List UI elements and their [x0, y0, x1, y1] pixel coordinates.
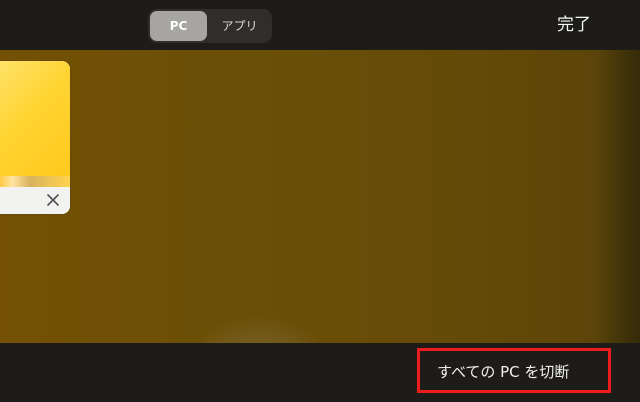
session-card[interactable] [0, 61, 70, 214]
close-icon-glyph [47, 194, 59, 206]
tab-apps[interactable]: アプリ [209, 11, 270, 41]
top-bar: PC アプリ 完了 [0, 0, 640, 50]
done-button[interactable]: 完了 [557, 13, 591, 37]
tab-pc[interactable]: PC [150, 11, 207, 41]
disconnect-all-pcs-label: すべての PC を切断 [437, 363, 570, 381]
session-thumbnail[interactable] [0, 61, 70, 187]
disconnect-all-pcs-button[interactable]: すべての PC を切断 [417, 348, 611, 393]
right-edge-shadow [598, 50, 640, 343]
close-icon[interactable] [44, 191, 62, 209]
bottom-bar: すべての PC を切断 [0, 343, 640, 402]
session-card-footer [0, 187, 70, 214]
session-thumbnail-taskbar [0, 176, 70, 187]
remote-desktop-session-screen: PC アプリ 完了 すべての PC を切断 [0, 0, 640, 402]
session-area [0, 50, 640, 343]
view-mode-segmented-control: PC アプリ [148, 9, 272, 43]
